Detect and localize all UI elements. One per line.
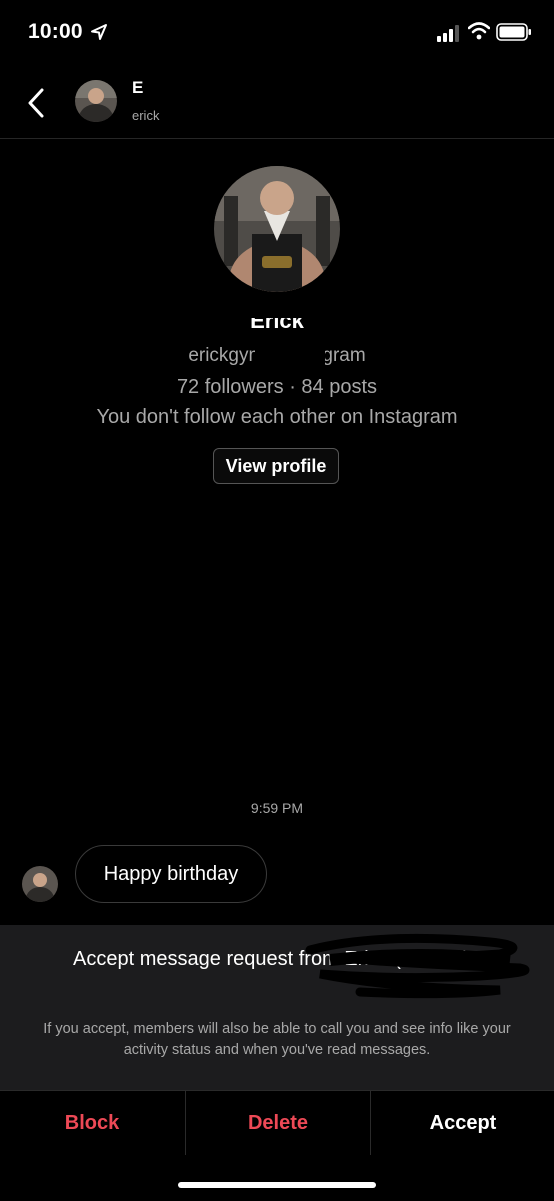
header-divider <box>0 138 554 139</box>
header-avatar[interactable] <box>75 80 117 122</box>
redaction-block <box>150 74 230 100</box>
redaction-block <box>232 300 362 318</box>
home-indicator[interactable] <box>178 1182 376 1188</box>
profile-stats: 72 followers · 84 posts <box>176 376 378 398</box>
back-chevron-icon[interactable] <box>24 86 50 120</box>
header-username: erick <box>132 108 160 123</box>
profile-avatar[interactable] <box>214 166 340 292</box>
message-timestamp: 9:59 PM <box>250 800 304 816</box>
message-bubble[interactable]: Happy birthday <box>75 845 267 903</box>
redaction-scribble <box>305 933 530 999</box>
accept-button[interactable]: Accept <box>370 1091 554 1155</box>
request-info: If you accept, members will also be able… <box>43 1021 511 1058</box>
delete-button[interactable]: Delete <box>185 1091 370 1155</box>
wifi-icon <box>468 22 490 40</box>
battery-icon <box>496 23 531 41</box>
block-button[interactable]: Block <box>0 1091 184 1155</box>
follow-status: You don't follow each other on Instagram <box>96 406 458 428</box>
status-time: 10:00 <box>28 20 83 43</box>
redaction-block <box>255 343 325 365</box>
location-arrow-icon <box>91 24 107 40</box>
redaction-block <box>160 104 230 124</box>
view-profile-button[interactable]: View profile <box>213 448 339 484</box>
sender-avatar[interactable] <box>22 866 58 902</box>
signal-icon <box>437 25 459 42</box>
header-name[interactable]: E <box>132 78 143 98</box>
